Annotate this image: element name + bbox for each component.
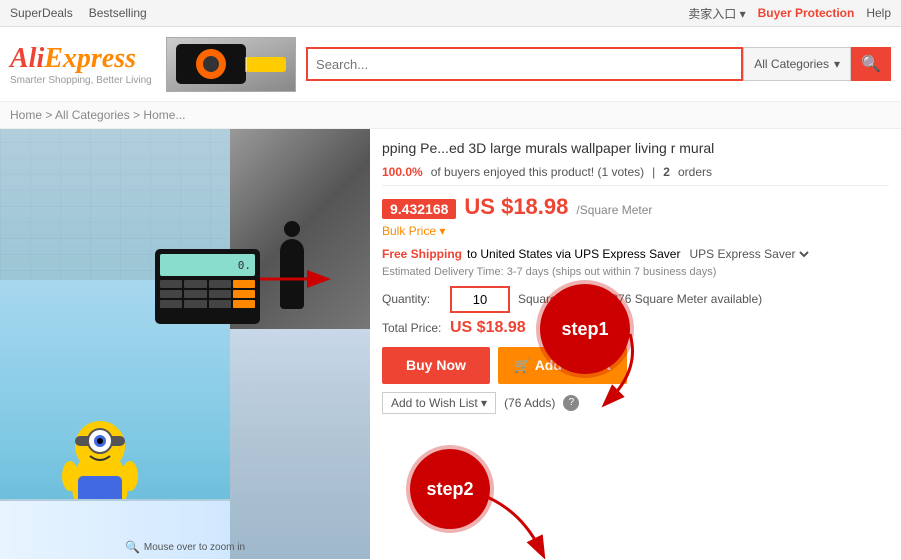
image-panel: 0. 🔍 Mouse over to zoom in xyxy=(0,129,370,559)
top-nav-right: 卖家入口 ▾ Buyer Protection Help xyxy=(688,5,891,22)
tape-measure-image xyxy=(171,39,291,89)
quantity-value-badge: 9.432168 xyxy=(382,199,456,219)
product-price: US $18.98 xyxy=(464,194,568,220)
orders-count: 2 xyxy=(663,165,670,179)
mouse-over-zoom: 🔍 Mouse over to zoom in xyxy=(125,540,245,554)
price-row: 9.432168 US $18.98 /Square Meter xyxy=(382,194,889,220)
product-rating: 100.0% of buyers enjoyed this product! (… xyxy=(382,165,889,186)
product-title: pping Pe...ed 3D large murals wallpaper … xyxy=(382,139,889,159)
calc-buttons xyxy=(160,280,255,308)
search-icon: 🔍 xyxy=(861,54,881,74)
bestselling-link[interactable]: Bestselling xyxy=(89,6,147,20)
logo-tagline: Smarter Shopping, Better Living xyxy=(10,75,156,86)
search-bar-row: AliExpress Smarter Shopping, Better Livi… xyxy=(0,27,901,102)
search-button[interactable]: 🔍 xyxy=(851,47,891,81)
help-icon[interactable]: ? xyxy=(563,395,579,411)
shipping-method-dropdown[interactable]: UPS Express Saver xyxy=(685,246,812,262)
wish-row: Add to Wish List ▾ (76 Adds) ? xyxy=(382,392,889,414)
orders-label: orders xyxy=(678,165,712,179)
top-nav: SuperDeals Bestselling 卖家入口 ▾ Buyer Prot… xyxy=(0,0,901,27)
quantity-row: Quantity: Square Meter (88876 Square Met… xyxy=(382,286,889,313)
magnify-icon: 🔍 xyxy=(125,540,140,554)
total-row: Total Price: US $18.98 xyxy=(382,319,889,337)
breadcrumb: Home > All Categories > Home... xyxy=(0,102,901,129)
help-link[interactable]: Help xyxy=(866,6,891,20)
main-product-image[interactable] xyxy=(0,129,230,559)
free-shipping-label: Free Shipping xyxy=(382,247,462,261)
quantity-label: Quantity: xyxy=(382,292,442,306)
room-image-2[interactable] xyxy=(230,329,370,559)
buy-now-button[interactable]: Buy Now xyxy=(382,347,490,384)
top-nav-left: SuperDeals Bestselling xyxy=(10,6,147,20)
seller-portal-link[interactable]: 卖家入口 ▾ xyxy=(688,5,745,22)
delivery-time-text: Estimated Delivery Time: 3-7 days (ships… xyxy=(382,266,889,278)
wish-adds-count: (76 Adds) xyxy=(504,396,555,410)
rating-text: of buyers enjoyed this product! (1 votes… xyxy=(431,165,644,179)
search-input[interactable] xyxy=(306,47,743,81)
superdeals-link[interactable]: SuperDeals xyxy=(10,6,73,20)
shipping-row: Free Shipping to United States via UPS E… xyxy=(382,246,889,262)
bulk-price-link[interactable]: Bulk Price ▾ xyxy=(382,224,889,238)
orders-separator: | xyxy=(652,165,655,179)
price-unit: /Square Meter xyxy=(576,203,652,217)
quantity-unit-text: Square Meter (88876 Square Meter availab… xyxy=(518,292,762,306)
quantity-input[interactable] xyxy=(450,286,510,313)
site-logo: AliExpress xyxy=(10,43,136,75)
calc-screen: 0. xyxy=(160,254,255,276)
calculator-overlay: 0. xyxy=(155,249,260,324)
product-panel: pping Pe...ed 3D large murals wallpaper … xyxy=(370,129,901,559)
step1-arrow-left xyxy=(255,259,335,299)
category-select[interactable]: All Categories ▾ xyxy=(743,47,851,81)
search-container: All Categories ▾ 🔍 xyxy=(306,47,891,81)
action-buttons: Buy Now 🛒 Add to Cart xyxy=(382,347,889,384)
room-bg-2 xyxy=(230,329,370,559)
shipping-to-text: to United States via UPS Express Saver xyxy=(467,247,680,261)
add-to-wishlist-button[interactable]: Add to Wish List ▾ xyxy=(382,392,496,414)
total-label: Total Price: xyxy=(382,321,442,335)
main-content: 0. 🔍 Mouse over to zoom in xyxy=(0,129,901,559)
buyer-protection-link[interactable]: Buyer Protection xyxy=(758,6,855,20)
total-price: US $18.98 xyxy=(450,319,526,337)
rating-percentage: 100.0% xyxy=(382,165,423,179)
add-to-cart-button[interactable]: 🛒 Add to Cart xyxy=(498,347,627,384)
